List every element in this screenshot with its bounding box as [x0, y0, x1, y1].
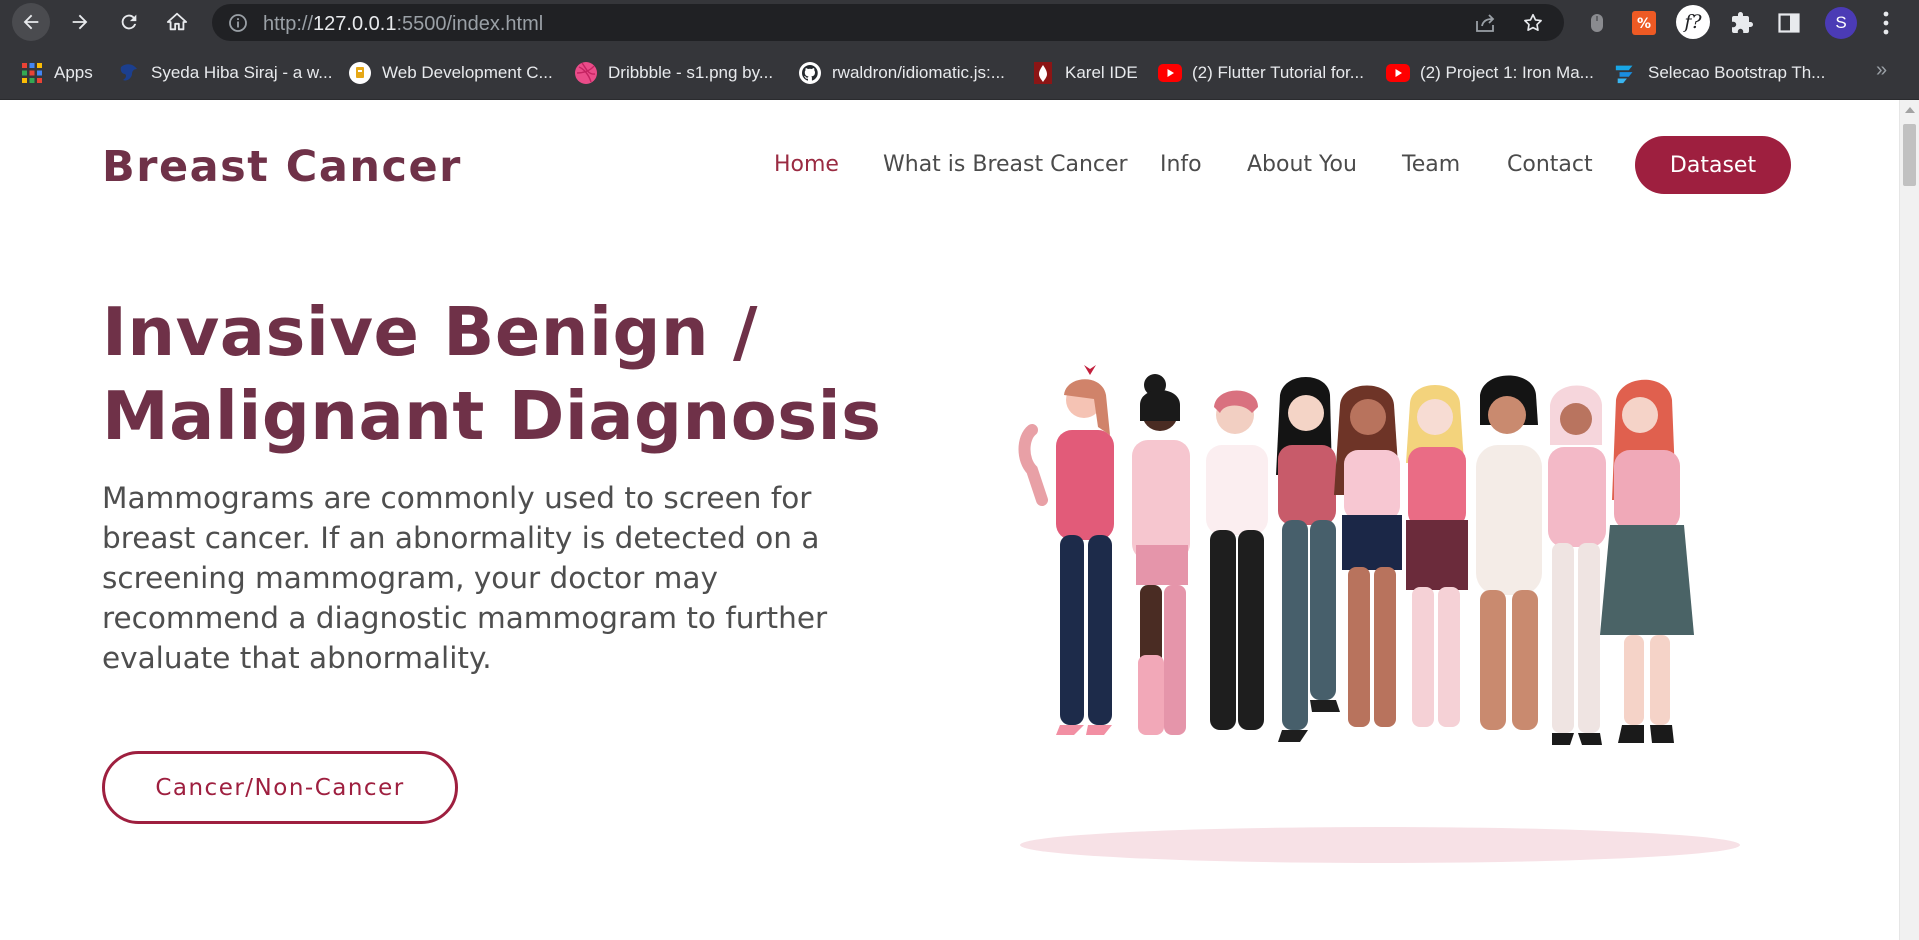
nav-link-what-is-breast-cancer[interactable]: What is Breast Cancer [883, 152, 1128, 177]
reload-icon [121, 14, 137, 30]
dataset-button[interactable]: Dataset [1635, 136, 1791, 194]
extension-percent-icon[interactable]: % [1631, 10, 1657, 36]
apps-grid-icon [20, 61, 44, 85]
bookmark-portfolio[interactable]: Syeda Hiba Siraj - a w... [117, 59, 332, 87]
site-icon [348, 61, 372, 85]
nav-link-home[interactable]: Home [774, 152, 839, 177]
youtube-icon [1158, 61, 1182, 85]
bookmark-iron-man-project[interactable]: (2) Project 1: Iron Ma... [1386, 59, 1594, 87]
bootstrap-theme-icon [1614, 61, 1638, 85]
site-logo[interactable]: Breast Cancer [102, 142, 462, 192]
address-bar[interactable]: http://127.0.0.1:5500/index.html [212, 4, 1564, 41]
scroll-up-arrow-icon[interactable] [1905, 107, 1915, 113]
home-icon [166, 12, 188, 31]
site-info-icon[interactable] [228, 13, 248, 33]
reload-button[interactable] [110, 3, 148, 41]
forward-button[interactable] [61, 3, 99, 41]
bookmark-dribbble[interactable]: Dribbble - s1.png by... [574, 59, 773, 87]
share-icon[interactable] [1474, 13, 1496, 33]
bookmark-selecao[interactable]: Selecao Bootstrap Th... [1614, 59, 1825, 87]
profile-avatar[interactable]: S [1825, 7, 1857, 39]
site-icon [117, 61, 141, 85]
page-scrollbar[interactable] [1899, 100, 1919, 940]
bookmark-github[interactable]: rwaldron/idiomatic.js:... [798, 59, 1005, 87]
webpage: Breast Cancer Home What is Breast Cancer… [0, 100, 1899, 940]
bookmark-apps[interactable]: Apps [20, 59, 93, 87]
hero-description: Mammograms are commonly used to screen f… [102, 481, 828, 675]
svg-text:%: % [1637, 16, 1651, 32]
bookmark-star-icon[interactable] [1522, 12, 1544, 34]
more-bookmarks-button[interactable]: » [1876, 59, 1887, 82]
stanford-icon [1031, 61, 1055, 85]
back-button[interactable] [12, 3, 50, 41]
nav-link-about-you[interactable]: About You [1247, 152, 1357, 177]
bookmarks-bar: Apps Syeda Hiba Siraj - a w... Web Devel… [0, 45, 1919, 100]
arrow-right-icon [72, 14, 88, 30]
hero-title: Invasive Benign / Malignant Diagnosis [102, 293, 882, 455]
youtube-icon [1386, 61, 1410, 85]
bookmark-karel[interactable]: Karel IDE [1031, 59, 1138, 87]
bookmark-web-dev[interactable]: Web Development C... [348, 59, 553, 87]
home-button[interactable] [158, 3, 196, 41]
group-of-women-illustration [1018, 365, 1740, 863]
extension-font-icon[interactable]: f? [1676, 5, 1710, 39]
github-icon [798, 61, 822, 85]
nav-link-info[interactable]: Info [1160, 152, 1202, 177]
bookmark-flutter-tutorial[interactable]: (2) Flutter Tutorial for... [1158, 59, 1364, 87]
browser-menu-icon[interactable] [1880, 10, 1892, 36]
nav-link-team[interactable]: Team [1402, 152, 1460, 177]
dribbble-icon [574, 61, 598, 85]
browser-toolbar: http://127.0.0.1:5500/index.html % f? S [0, 0, 1919, 45]
url-text[interactable]: http://127.0.0.1:5500/index.html [263, 13, 543, 36]
scroll-thumb[interactable] [1903, 124, 1916, 186]
nav-link-contact[interactable]: Contact [1507, 152, 1593, 177]
cancer-non-cancer-button[interactable]: Cancer/Non-Cancer [102, 751, 458, 824]
extensions-puzzle-icon[interactable] [1729, 10, 1755, 36]
extension-mouse-icon[interactable] [1584, 10, 1610, 36]
side-panel-icon[interactable] [1776, 10, 1802, 36]
arrow-left-icon [23, 14, 39, 30]
